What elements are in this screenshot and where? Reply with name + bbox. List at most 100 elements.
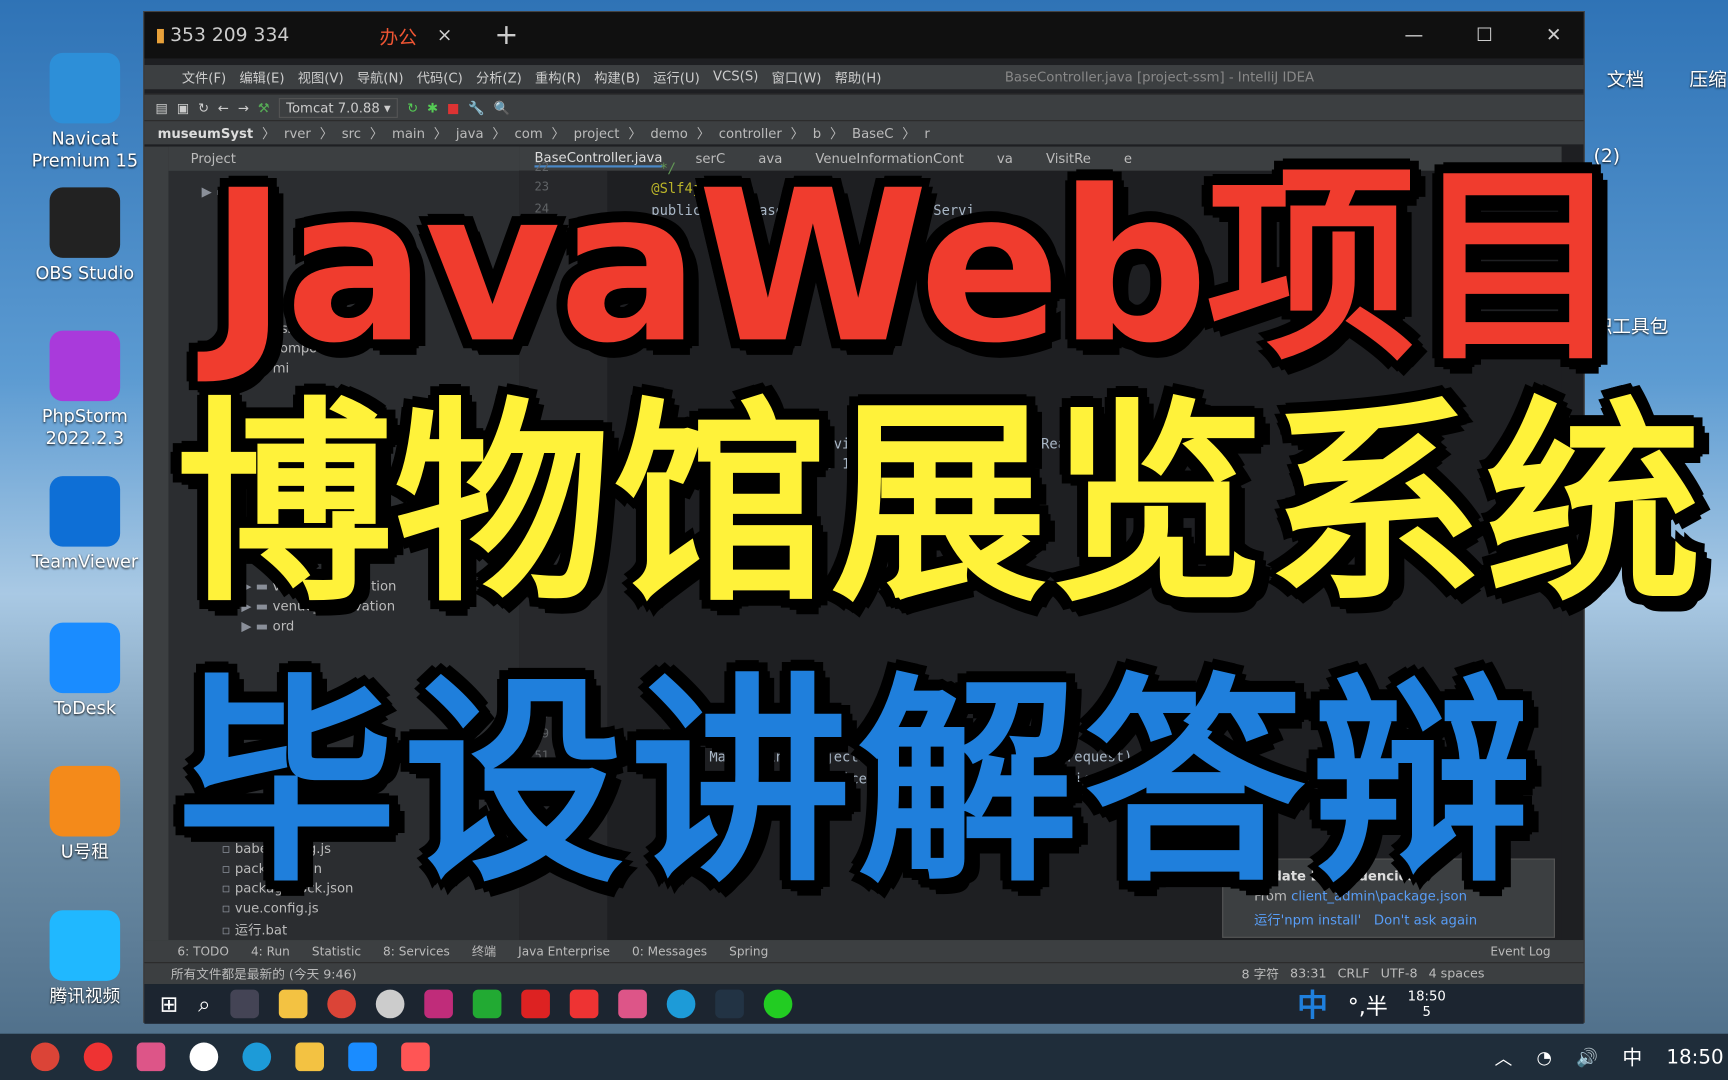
menu-item[interactable]: 重构(R) bbox=[535, 68, 581, 87]
app-icon bbox=[49, 187, 121, 258]
edge-icon[interactable] bbox=[666, 989, 696, 1019]
chrome-icon[interactable] bbox=[30, 1042, 60, 1072]
window-title: BaseController.java [project-ssm] - Inte… bbox=[1004, 69, 1315, 85]
ime-indicator[interactable]: 中 bbox=[1622, 1043, 1642, 1072]
tool-window-tab[interactable]: 8: Services bbox=[383, 944, 450, 958]
app-icon bbox=[49, 52, 121, 124]
tool-window-tab[interactable]: 终端 bbox=[472, 942, 496, 960]
desktop-icon-label: OBS Studio bbox=[35, 262, 135, 284]
menu-item[interactable]: 导航(N) bbox=[357, 68, 404, 87]
chrome-icon[interactable] bbox=[327, 989, 356, 1019]
explorer-icon[interactable] bbox=[278, 989, 308, 1019]
menu-bar: 文件(F) 编辑(E) 视图(V) 导航(N) 代码(C) 分析(Z) 重构(R) 构建(B)… bbox=[144, 65, 1584, 90]
desktop-icon[interactable]: Navicat Premium 15 bbox=[24, 52, 145, 172]
menu-item[interactable]: 运行(U) bbox=[653, 68, 699, 87]
feishu-icon[interactable] bbox=[618, 989, 647, 1019]
desktop-icon-label: TeamViewer bbox=[31, 551, 139, 572]
tool-window-tab[interactable]: Statistic bbox=[312, 944, 361, 958]
tab-office[interactable]: 办公 bbox=[379, 21, 416, 49]
taskview-icon[interactable] bbox=[230, 989, 259, 1019]
inner-clock: 18:50 5 bbox=[1408, 989, 1446, 1020]
avatar-app-icon[interactable] bbox=[375, 989, 405, 1019]
menu-item[interactable]: 分析(Z) bbox=[476, 68, 522, 87]
menu-item[interactable]: 文件(F) bbox=[182, 68, 226, 87]
overlay-title-3: 毕设讲解答辩 bbox=[176, 655, 1539, 913]
inner-date: 5 bbox=[1422, 1003, 1431, 1020]
tray-chevron-icon[interactable]: ︿ bbox=[1495, 1044, 1513, 1070]
desktop-icon[interactable]: PhpStorm 2022.2.3 bbox=[24, 330, 145, 450]
todesk-icon[interactable] bbox=[348, 1042, 377, 1072]
qq-icon[interactable] bbox=[189, 1042, 219, 1072]
desktop-icon-label: U号租 bbox=[60, 840, 109, 862]
hbuilder-icon[interactable] bbox=[472, 989, 502, 1019]
app-icon bbox=[49, 330, 121, 402]
open-icon[interactable]: ▤ bbox=[155, 100, 168, 115]
search-icon[interactable]: ⌕ bbox=[198, 991, 210, 1017]
status-item[interactable]: CRLF bbox=[1338, 965, 1370, 983]
remote-title-bar: ▮ 353 209 334 办公 × + — ☐ ✕ bbox=[144, 12, 1584, 59]
wps-writer-icon[interactable] bbox=[569, 989, 599, 1019]
tree-item-label: 运行.bat bbox=[234, 922, 288, 938]
desktop-icon-label: ToDesk bbox=[53, 697, 117, 719]
add-tab-button[interactable]: + bbox=[494, 19, 518, 52]
close-tab-icon[interactable]: × bbox=[437, 24, 453, 46]
maximize-icon[interactable]: ☐ bbox=[1476, 24, 1493, 46]
sync-icon[interactable]: ↻ bbox=[198, 100, 209, 115]
folder-icon: ▫ bbox=[221, 922, 231, 938]
tool-window-tab[interactable]: 0: Messages bbox=[632, 944, 707, 958]
edge-icon[interactable] bbox=[242, 1042, 272, 1072]
save-icon[interactable]: ▣ bbox=[177, 100, 190, 115]
ime-mode[interactable]: °,半 bbox=[1348, 988, 1388, 1020]
status-item[interactable]: UTF-8 bbox=[1381, 965, 1418, 983]
sunlogin-icon[interactable] bbox=[401, 1042, 430, 1072]
app-icon bbox=[49, 910, 121, 981]
wps-icon[interactable] bbox=[521, 989, 550, 1019]
tool-window-tab[interactable]: Java Enterprise bbox=[518, 944, 610, 958]
wifi-icon[interactable]: ◔ bbox=[1537, 1046, 1552, 1067]
volume-icon[interactable]: 🔊 bbox=[1576, 1046, 1598, 1067]
wechat-icon[interactable] bbox=[763, 989, 793, 1019]
tool-window-tabs: 6: TODO 4: Run Statistic 8: Services 终端 Java … bbox=[144, 940, 1584, 963]
left-tool-strip bbox=[144, 146, 169, 941]
outer-taskbar: ︿ ◔ 🔊 中 18:50 bbox=[0, 1033, 1728, 1080]
menu-item[interactable]: VCS(S) bbox=[713, 68, 758, 87]
desktop-icon[interactable]: TeamViewer bbox=[24, 476, 145, 573]
desktop-icon-label: PhpStorm 2022.2.3 bbox=[41, 405, 128, 449]
status-item[interactable]: 83:31 bbox=[1290, 965, 1327, 983]
explorer-icon[interactable] bbox=[295, 1042, 324, 1072]
desktop-label-docs[interactable]: 文档 bbox=[1607, 64, 1644, 91]
desktop-icon[interactable]: ToDesk bbox=[24, 622, 145, 720]
menu-item[interactable]: 代码(C) bbox=[417, 68, 463, 87]
ime-indicator[interactable]: 中 bbox=[1297, 982, 1328, 1026]
intellij-icon[interactable] bbox=[424, 989, 453, 1019]
feishu-icon[interactable] bbox=[136, 1042, 166, 1072]
menu-item[interactable]: 帮助(H) bbox=[835, 68, 882, 87]
status-item[interactable]: 4 spaces bbox=[1429, 965, 1485, 983]
event-log-tab[interactable]: Event Log bbox=[1490, 944, 1550, 958]
status-item[interactable]: 8 字符 bbox=[1242, 965, 1279, 983]
menu-item[interactable]: 编辑(E) bbox=[239, 68, 284, 87]
desktop-icon[interactable]: OBS Studio bbox=[24, 187, 145, 284]
menu-item[interactable]: 视图(V) bbox=[298, 68, 344, 87]
tool-window-tab[interactable]: 6: TODO bbox=[177, 944, 228, 958]
app-icon bbox=[49, 765, 121, 837]
signal-icon: ▮ bbox=[155, 24, 166, 47]
tool-window-tab[interactable]: 4: Run bbox=[251, 944, 290, 958]
inner-taskbar: ⊞ ⌕ 中 °,半 18:50 5 bbox=[144, 982, 1584, 1026]
overlay-title-2: 博物馆展览系统 bbox=[176, 380, 1704, 632]
minimize-icon[interactable]: — bbox=[1405, 24, 1424, 46]
desktop-label-zip[interactable]: 压缩 bbox=[1689, 64, 1726, 91]
app-icon[interactable] bbox=[715, 989, 744, 1019]
weibo-icon[interactable] bbox=[83, 1042, 113, 1072]
desktop-icon-label: 腾讯视频 bbox=[49, 985, 121, 1007]
close-window-icon[interactable]: ✕ bbox=[1546, 24, 1562, 46]
tool-window-tab[interactable]: Spring bbox=[729, 944, 768, 958]
desktop-icon[interactable]: U号租 bbox=[24, 765, 145, 863]
menu-item[interactable]: 窗口(W) bbox=[772, 68, 822, 87]
desktop: Navicat Premium 15 OBS Studio PhpStorm 202… bbox=[0, 0, 1728, 1080]
start-icon[interactable]: ⊞ bbox=[160, 991, 178, 1017]
desktop-icon[interactable]: 腾讯视频 bbox=[24, 910, 145, 1007]
menu-item[interactable]: 构建(B) bbox=[594, 68, 640, 87]
app-icon bbox=[49, 476, 121, 547]
remote-id: 353 209 334 bbox=[170, 24, 290, 47]
